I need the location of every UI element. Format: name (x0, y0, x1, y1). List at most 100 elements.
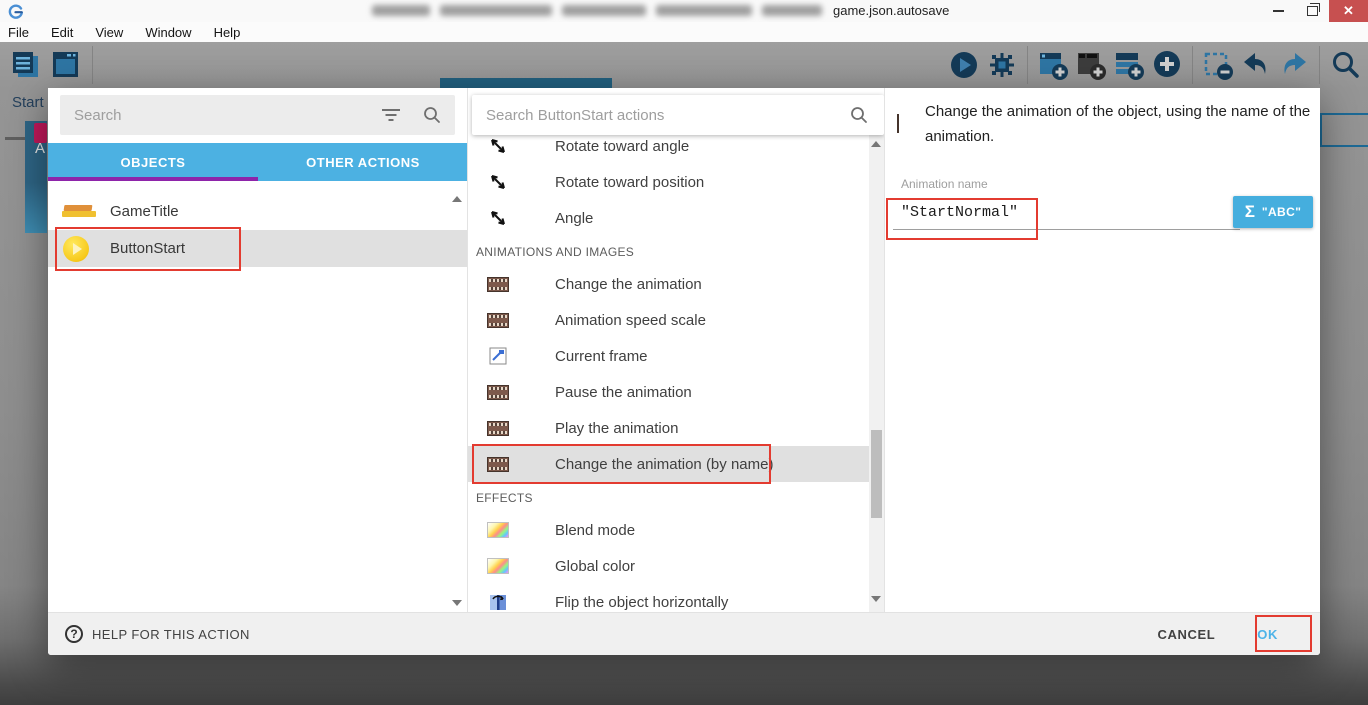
action-row[interactable]: Play the animation (468, 410, 869, 446)
tab-start-page[interactable]: Start Page (12, 94, 49, 111)
action-description: Change the animation of the object, usin… (925, 99, 1317, 149)
add-event-icon[interactable] (1112, 46, 1146, 84)
buttonstart-thumbnail-icon (62, 236, 90, 262)
film-strip-icon (486, 277, 510, 292)
window-title: game.json.autosave (833, 3, 949, 18)
objects-search-box (60, 95, 455, 135)
object-row-gametitle[interactable]: GameTitle (48, 193, 468, 230)
film-strip-icon (486, 421, 510, 436)
action-row[interactable]: Pause the animation (468, 374, 869, 410)
action-section-header: EFFECTS (476, 484, 866, 512)
search-icon[interactable] (1328, 46, 1362, 84)
add-layer-icon[interactable] (1074, 46, 1108, 84)
toolbar-divider (1192, 46, 1193, 84)
animation-name-input[interactable] (893, 200, 1240, 230)
play-icon[interactable] (947, 46, 981, 84)
action-row-selected[interactable]: Change the animation (by name) (468, 446, 869, 482)
objects-scroll-up-arrow[interactable] (452, 196, 462, 202)
menu-view[interactable]: View (84, 25, 134, 40)
toolbar-divider (1319, 46, 1320, 84)
restore-button[interactable] (1295, 0, 1329, 22)
gametitle-thumbnail-icon (62, 205, 90, 218)
rotate-arrow-icon (486, 208, 510, 228)
tab-objects[interactable]: OBJECTS (48, 143, 258, 181)
dialog-footer: ? HELP FOR THIS ACTION CANCEL OK (48, 612, 1320, 655)
film-strip-icon (897, 115, 899, 133)
rainbow-icon (486, 522, 510, 538)
help-link[interactable]: ? HELP FOR THIS ACTION (65, 625, 250, 643)
action-section-header: ANIMATIONS AND IMAGES (476, 238, 866, 266)
event-text-fragment: A (35, 140, 45, 157)
undo-icon[interactable] (1239, 46, 1273, 84)
menu-edit[interactable]: Edit (40, 25, 84, 40)
action-row[interactable]: Angle (468, 200, 869, 236)
action-row[interactable]: Blend mode (468, 512, 869, 548)
toolbar-left (8, 46, 97, 84)
delete-selection-icon[interactable] (1201, 46, 1235, 84)
toolbar-right (947, 46, 1362, 84)
film-strip-icon (486, 313, 510, 328)
menu-help[interactable]: Help (203, 25, 252, 40)
toolbar-divider (92, 46, 93, 84)
add-object-icon[interactable] (1036, 46, 1070, 84)
flip-horizontal-icon (486, 593, 510, 611)
gdevelop-window: game.json.autosave ✕ File Edit View Wind… (0, 0, 1368, 705)
action-row[interactable]: Change the animation (468, 266, 869, 302)
parameters-panel: Change the animation of the object, usin… (885, 88, 1320, 612)
action-row[interactable]: Global color (468, 548, 869, 584)
filter-icon[interactable] (381, 108, 401, 122)
title-bar: game.json.autosave ✕ (0, 0, 1368, 22)
action-row[interactable]: Current frame (468, 338, 869, 374)
close-icon: ✕ (1343, 3, 1354, 19)
background-field-fragment (1320, 113, 1368, 147)
search-icon (850, 106, 868, 124)
menu-window[interactable]: Window (134, 25, 202, 40)
add-icon[interactable] (1150, 46, 1184, 84)
film-strip-icon (486, 385, 510, 400)
sigma-icon: Σ (1245, 202, 1255, 222)
debug-icon[interactable] (985, 46, 1019, 84)
instruction-editor-dialog: OBJECTS OTHER ACTIONS GameTitle ButtonSt… (48, 88, 1320, 655)
minimize-icon (1273, 10, 1284, 12)
scene-editor-icon[interactable] (48, 46, 82, 84)
active-tab-indicator (48, 177, 258, 181)
scrollbar-thumb[interactable] (871, 430, 882, 518)
animation-name-label: Animation name (901, 177, 988, 191)
rotate-arrow-icon (486, 172, 510, 192)
rainbow-icon (486, 558, 510, 574)
actions-search-box (472, 95, 884, 135)
app-logo-icon (8, 3, 24, 19)
toolbar-divider (1027, 46, 1028, 84)
redo-icon[interactable] (1277, 46, 1311, 84)
project-manager-icon[interactable] (8, 46, 42, 84)
redacted-title-path (372, 5, 822, 16)
objects-panel: OBJECTS OTHER ACTIONS GameTitle ButtonSt… (48, 88, 468, 612)
search-icon (423, 106, 441, 124)
expression-editor-button[interactable]: Σ "ABC" (1233, 196, 1313, 228)
actions-scrollbar[interactable] (869, 133, 884, 612)
actions-search-input[interactable] (472, 107, 850, 124)
action-row[interactable]: Rotate toward position (468, 164, 869, 200)
menu-file[interactable]: File (8, 25, 40, 40)
help-question-icon: ? (65, 625, 83, 643)
ok-button[interactable]: OK (1243, 618, 1292, 651)
objects-scroll-down-arrow[interactable] (452, 600, 462, 606)
tab-other-actions[interactable]: OTHER ACTIONS (258, 143, 468, 181)
action-row[interactable]: Flip the object horizontally (468, 584, 869, 612)
rotate-arrow-icon (486, 136, 510, 156)
objects-search-input[interactable] (60, 107, 381, 124)
menu-bar: File Edit View Window Help (0, 22, 1368, 42)
close-button[interactable]: ✕ (1329, 0, 1368, 22)
minimize-button[interactable] (1261, 0, 1295, 22)
action-row[interactable]: Animation speed scale (468, 302, 869, 338)
actions-panel: Rotate toward angle Rotate toward positi… (468, 88, 884, 612)
cancel-button[interactable]: CANCEL (1144, 618, 1230, 651)
scroll-down-arrow[interactable] (871, 596, 881, 602)
event-connector-fragment (5, 137, 25, 140)
film-strip-icon (486, 457, 510, 472)
scene-tab-highlight (440, 78, 612, 88)
current-frame-icon (486, 347, 510, 365)
scroll-up-arrow[interactable] (871, 141, 881, 147)
restore-icon (1307, 6, 1318, 16)
object-row-buttonstart[interactable]: ButtonStart (48, 230, 468, 267)
